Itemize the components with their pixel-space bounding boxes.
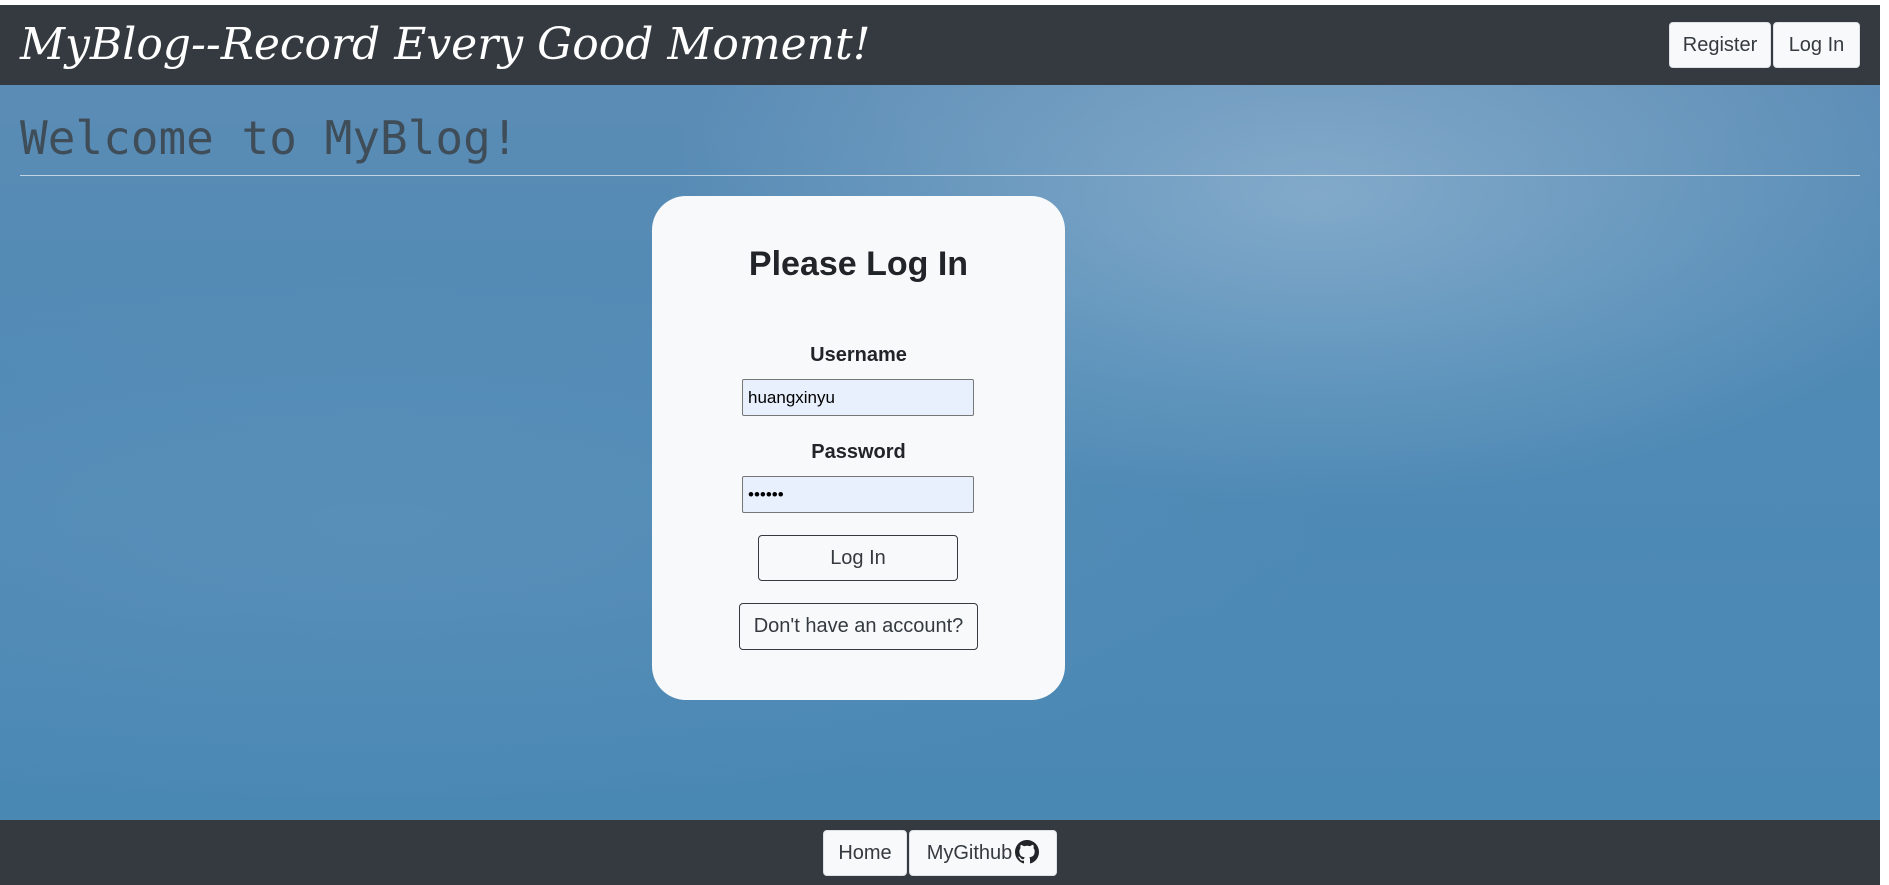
login-nav-button[interactable]: Log In xyxy=(1773,22,1860,68)
home-button[interactable]: Home xyxy=(823,830,907,876)
title-divider xyxy=(20,175,1860,176)
register-button[interactable]: Register xyxy=(1669,22,1771,68)
page: MyBlog--Record Every Good Moment! Regist… xyxy=(0,5,1880,885)
footer-bar: Home MyGithub xyxy=(0,820,1880,885)
username-label: Username xyxy=(810,344,907,366)
password-label: Password xyxy=(811,441,906,463)
site-brand[interactable]: MyBlog--Record Every Good Moment! xyxy=(20,18,870,72)
login-submit-button[interactable]: Log In xyxy=(758,535,958,581)
username-input[interactable]: huangxinyu xyxy=(742,379,974,416)
password-input[interactable]: •••••• xyxy=(742,476,974,513)
top-navbar: MyBlog--Record Every Good Moment! Regist… xyxy=(0,5,1880,85)
page-title: Welcome to MyBlog! xyxy=(20,111,519,165)
github-icon xyxy=(1015,840,1040,864)
github-button[interactable]: MyGithub xyxy=(909,830,1057,876)
github-label: MyGithub xyxy=(926,842,1013,864)
main-content: Welcome to MyBlog! Please Log In Usernam… xyxy=(0,85,1880,820)
login-title: Please Log In xyxy=(748,245,969,283)
signup-link-button[interactable]: Don't have an account? xyxy=(739,603,978,650)
window-edge xyxy=(1880,0,1889,885)
login-card: Please Log In Username huangxinyu Passwo… xyxy=(652,196,1065,700)
